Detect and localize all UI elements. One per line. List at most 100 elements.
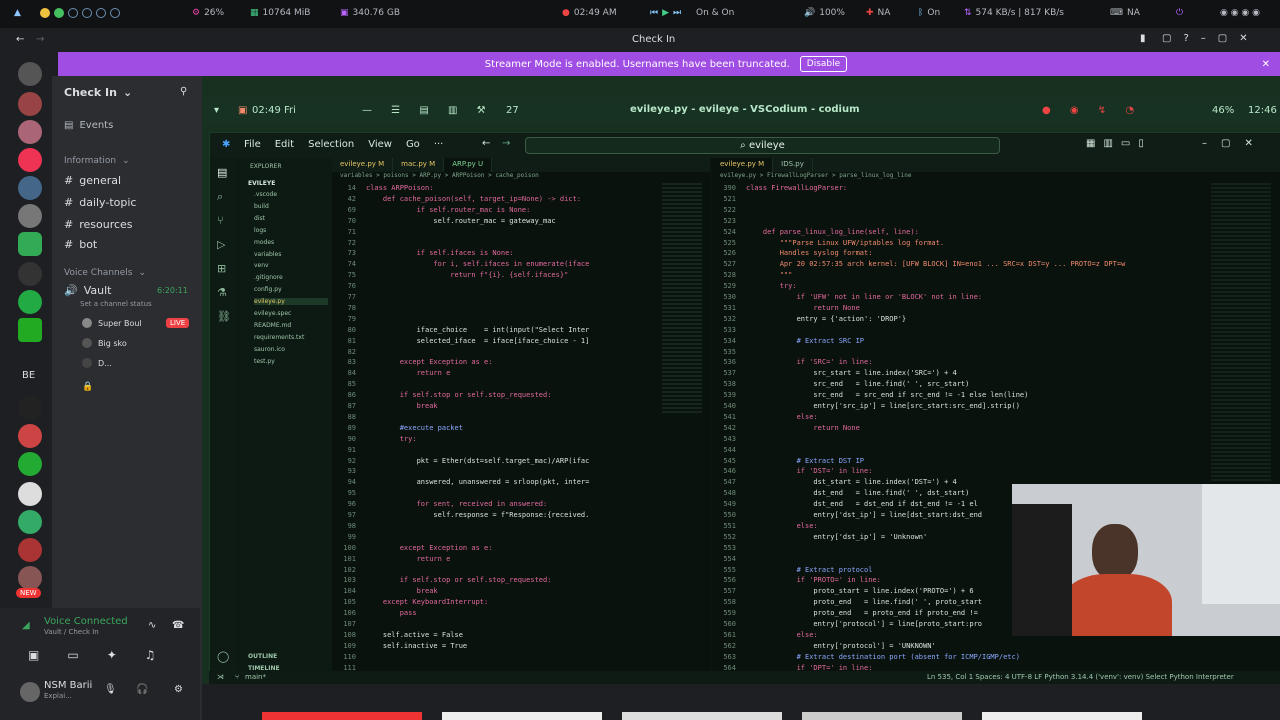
server-icon[interactable] [18, 204, 42, 228]
activity-icon[interactable]: ✦ [107, 648, 117, 662]
mic-icon[interactable]: 🎙 [104, 684, 117, 695]
code-line[interactable]: 521 [712, 194, 1280, 205]
menu-edit[interactable]: Edit [275, 139, 294, 150]
prev-icon[interactable]: ⏮ [650, 8, 658, 18]
code-line[interactable]: 532 entry = {'action': 'DROP'} [712, 314, 1280, 325]
code-line[interactable]: 539 src_end = src_end if src_end != -1 e… [712, 390, 1280, 401]
code-line[interactable]: 85 [332, 379, 710, 390]
files-icon[interactable]: ▤ [217, 166, 227, 179]
breadcrumb[interactable]: variables > poisons > ARP.py > ARPPoison… [332, 172, 710, 183]
power-icon[interactable]: ⏻ [1176, 8, 1183, 18]
code-line[interactable]: 535 [712, 347, 1280, 358]
code-line[interactable]: 540 entry['src_ip'] = line[src_start:src… [712, 401, 1280, 412]
server-icon[interactable] [18, 396, 42, 420]
bluetooth-widget[interactable]: ᛒ On [918, 8, 940, 18]
code-line[interactable]: 96 for sent, received in answered: [332, 499, 710, 510]
extensions-icon[interactable]: ⊞ [217, 262, 226, 275]
code-line[interactable]: 73 if self.ifaces is None: [332, 248, 710, 259]
server-icon[interactable] [18, 232, 42, 256]
screen-share-icon[interactable]: ▭ [67, 648, 78, 662]
headphones-icon[interactable]: 🎧 [136, 684, 148, 695]
file-item[interactable]: sauron.ico [254, 346, 285, 353]
code-line[interactable]: 102 [332, 565, 710, 576]
menu-file[interactable]: File [244, 139, 261, 150]
remote-icon[interactable]: ⛓ [217, 310, 231, 323]
server-icon[interactable] [18, 510, 42, 534]
minimap[interactable] [662, 183, 702, 413]
code-line[interactable]: 94 answered, unanswered = srloop(pkt, in… [332, 477, 710, 488]
code-line[interactable]: 107 [332, 619, 710, 630]
taskbar-thumb[interactable] [262, 712, 422, 720]
server-icon[interactable] [18, 482, 42, 506]
code-line[interactable]: 103 if self.stop or self.stop_requested: [332, 575, 710, 586]
more-icon[interactable]: ··· [434, 139, 444, 150]
file-item[interactable]: build [254, 203, 269, 210]
code-line[interactable]: 70 self.router_mac = gateway_mac [332, 216, 710, 227]
code-line[interactable]: 534 # Extract SRC IP [712, 336, 1280, 347]
code-line[interactable]: 88 [332, 412, 710, 423]
back-icon[interactable]: ← [482, 138, 490, 149]
forward-icon[interactable]: → [36, 34, 44, 45]
vault-status[interactable]: Set a channel status [80, 300, 152, 308]
file-item[interactable]: venv [254, 262, 269, 269]
minimap[interactable] [1211, 183, 1271, 483]
code-line[interactable]: 109 self.inactive = True [332, 641, 710, 652]
code-line[interactable]: 100 except Exception as e: [332, 543, 710, 554]
category-voice[interactable]: Voice Channels ⌄ [64, 268, 146, 278]
code-line[interactable]: 82 [332, 347, 710, 358]
code-line[interactable]: 92 pkt = Ether(dst=self.target_mac)/ARP(… [332, 456, 710, 467]
code-line[interactable]: 522 [712, 205, 1280, 216]
code-line[interactable]: 81 selected_iface = iface[iface_choice -… [332, 336, 710, 347]
voice-user[interactable]: Super Boul [82, 318, 142, 328]
tray-icons[interactable]: ● ◉ ↯ ◔ [1042, 105, 1142, 116]
layout-icons[interactable]: ▦▥▭▯ [1086, 138, 1152, 149]
events-item[interactable]: ▤ Events [64, 120, 113, 131]
arch-icon[interactable]: ▲ [14, 8, 21, 18]
tab-arp[interactable]: ARP.py U [444, 158, 493, 172]
code-line[interactable]: 536 if 'SRC=' in line: [712, 357, 1280, 368]
tab-evileye[interactable]: evileye.py M [332, 158, 394, 172]
forward-icon[interactable]: → [502, 138, 510, 149]
code-line[interactable]: 542 return None [712, 423, 1280, 434]
code-line[interactable]: 71 [332, 227, 710, 238]
server-icon[interactable] [18, 566, 42, 590]
menu-icon[interactable]: ▾ [214, 105, 219, 116]
code-line[interactable]: 95 [332, 488, 710, 499]
server-icon[interactable] [18, 92, 42, 116]
code-line[interactable]: 537 src_start = line.index('SRC=') + 4 [712, 368, 1280, 379]
server-icon[interactable] [18, 318, 42, 342]
code-line[interactable]: 544 [712, 445, 1280, 456]
code-line[interactable]: 42 def cache_poison(self, target_ip=None… [332, 194, 710, 205]
code-line[interactable]: 89 #execute packet [332, 423, 710, 434]
run-debug-icon[interactable]: ▷ [217, 238, 225, 251]
code-line[interactable]: 77 [332, 292, 710, 303]
code-line[interactable]: 76 [332, 281, 710, 292]
channel-daily-topic[interactable]: # daily-topic [64, 196, 136, 209]
account-icon[interactable]: ◯ [217, 650, 229, 663]
window-controls[interactable]: ▢?–▢✕ [1162, 33, 1260, 44]
code-line[interactable]: 524 def parse_linux_log_line(self, line)… [712, 227, 1280, 238]
avatar[interactable] [20, 682, 40, 702]
server-icon[interactable] [18, 290, 42, 314]
code-line[interactable]: 110 [332, 652, 710, 663]
file-item[interactable]: config.py [254, 286, 282, 293]
code-line[interactable]: 538 src_end = line.find(' ', src_start) [712, 379, 1280, 390]
clock-widget[interactable]: ● 02:49 AM [562, 8, 617, 18]
code-line[interactable]: 541 else: [712, 412, 1280, 423]
tab-evileye[interactable]: evileye.py M [712, 158, 774, 172]
category-information[interactable]: Information ⌄ [64, 156, 130, 166]
camera-icon[interactable]: ▣ [28, 648, 39, 662]
menu-go[interactable]: Go [406, 139, 420, 150]
source-control-icon[interactable]: ⑂ [217, 214, 224, 227]
file-item[interactable]: logs [254, 227, 266, 234]
file-item[interactable]: requirements.txt [254, 334, 304, 341]
taskbar-thumb[interactable] [622, 712, 782, 720]
remote-icon[interactable]: ⋊ [217, 673, 224, 681]
server-be[interactable]: BE [22, 370, 35, 381]
file-item[interactable]: variables [254, 251, 281, 258]
tray-icons[interactable]: ◉ ◉ ◉ ◉ [1220, 8, 1260, 18]
code-line[interactable]: 74 for i, self.ifaces in enumerate(iface [332, 259, 710, 270]
volume-widget[interactable]: 🔊 100% [804, 8, 845, 18]
code-line[interactable]: 104 break [332, 586, 710, 597]
server-icon[interactable] [18, 452, 42, 476]
